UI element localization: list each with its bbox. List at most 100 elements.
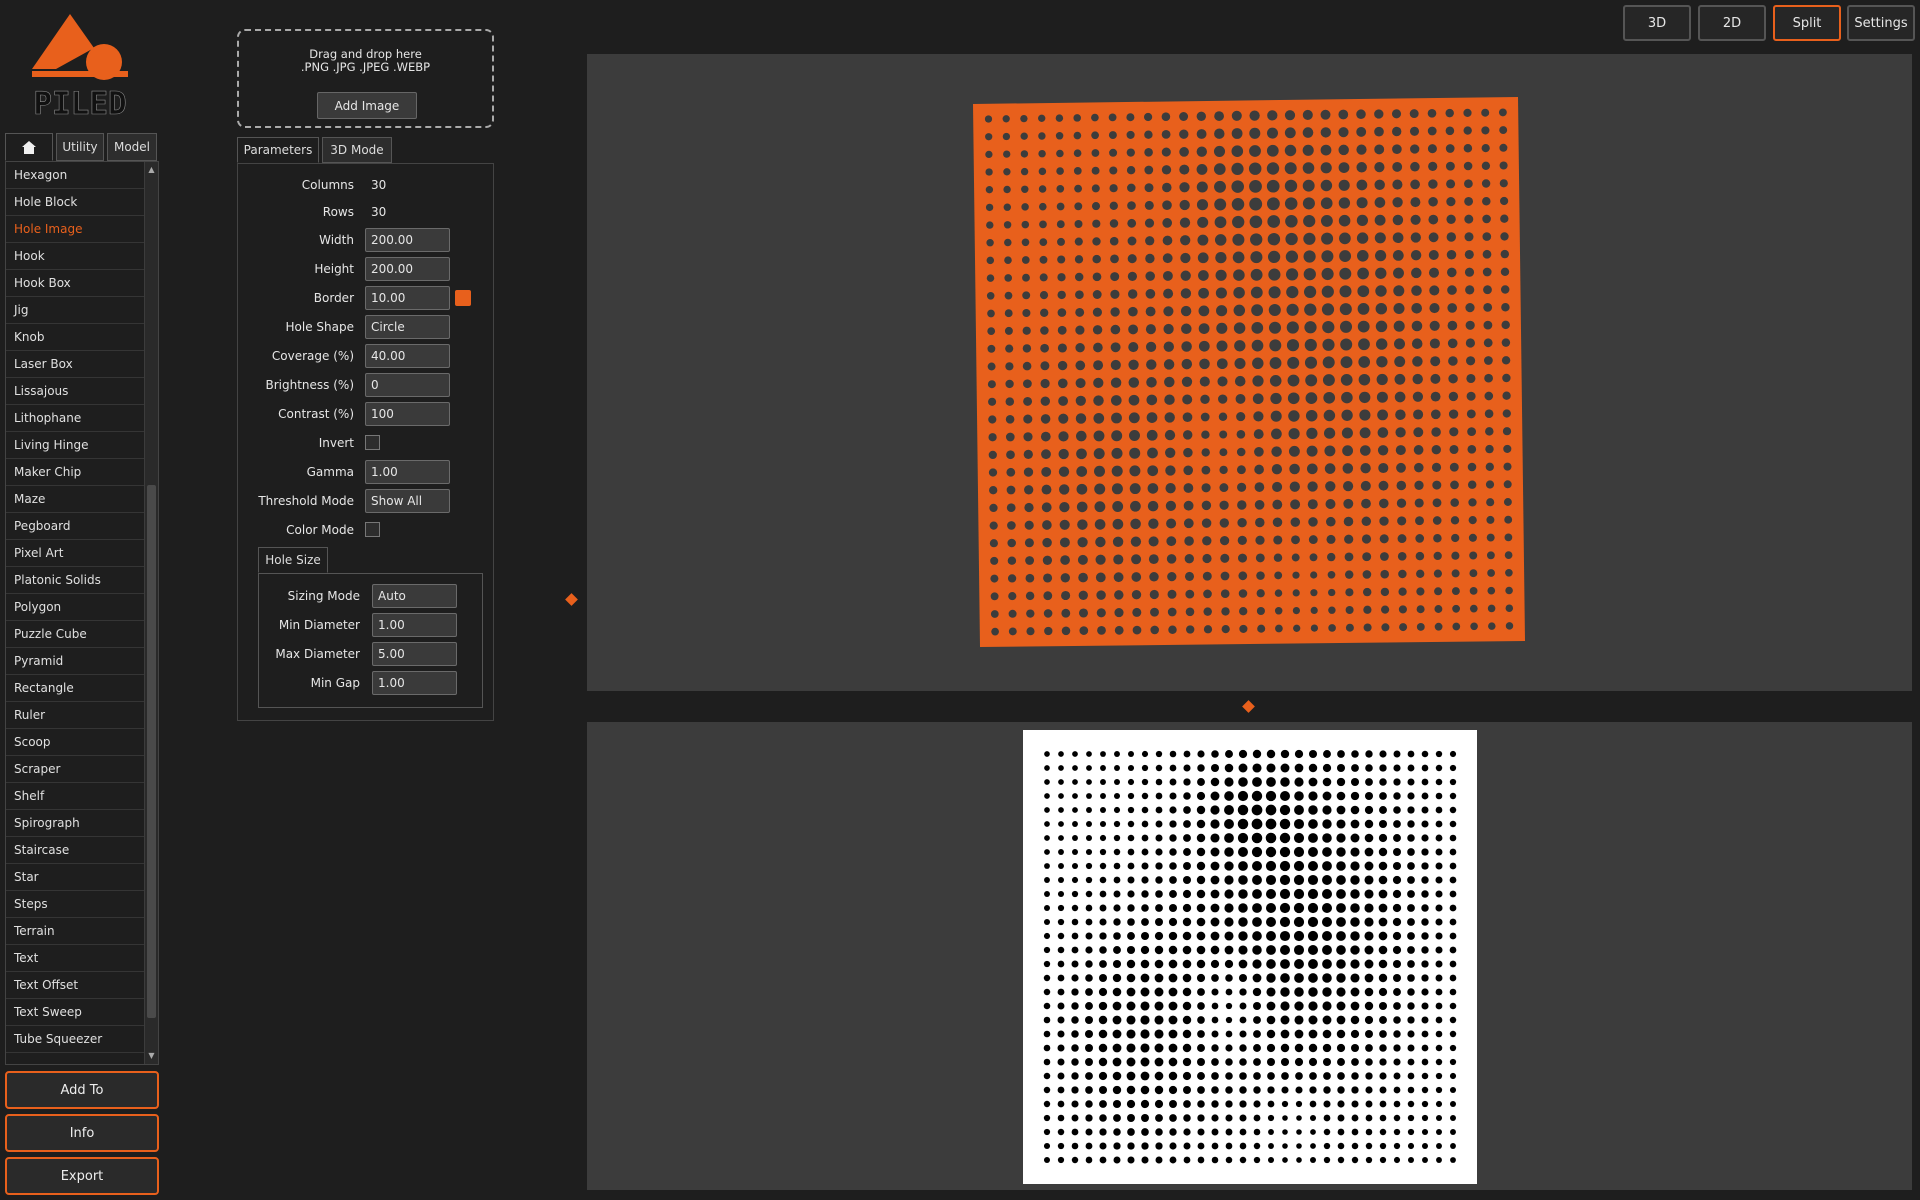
width-field[interactable]: 200.00 [365, 228, 450, 252]
pattern-dot [1309, 1114, 1317, 1122]
plate-hole [1180, 288, 1192, 299]
view-3d-button[interactable]: 3D [1623, 5, 1691, 41]
pattern-dot [1182, 959, 1192, 969]
view-2d-button[interactable]: 2D [1698, 5, 1766, 41]
plate-hole [1302, 162, 1315, 174]
min-diameter-field[interactable]: 1.00 [372, 613, 457, 637]
list-item[interactable]: Terrain [6, 918, 144, 945]
plate-hole [1043, 591, 1053, 601]
tab-model[interactable]: Model [107, 133, 157, 161]
list-item[interactable]: Hexagon [6, 162, 144, 189]
list-item[interactable]: Ruler [6, 702, 144, 729]
list-item[interactable]: Text [6, 945, 144, 972]
hole-pattern-2d-preview[interactable] [587, 722, 1912, 1190]
plate-hole [1302, 197, 1315, 210]
list-item[interactable]: Hole Block [6, 189, 144, 216]
list-item[interactable]: Pegboard [6, 513, 144, 540]
list-item[interactable]: Knob [6, 324, 144, 351]
list-item[interactable]: Pixel Art [6, 540, 144, 567]
list-scrollbar[interactable]: ▲ ▼ [144, 162, 158, 1064]
list-item[interactable]: Text Sweep [6, 999, 144, 1026]
pattern-dot [1266, 1015, 1276, 1025]
pattern-dot [1308, 847, 1318, 857]
pattern-dot [1058, 835, 1064, 841]
list-item[interactable]: Polygon [6, 594, 144, 621]
left-splitter-handle[interactable] [565, 593, 578, 606]
pattern-dot [1279, 888, 1291, 900]
image-drop-zone[interactable]: Drag and drop here .PNG .JPG .JPEG .WEBP… [237, 29, 494, 128]
list-item[interactable]: Maze [6, 486, 144, 513]
pattern-dot [1100, 779, 1106, 785]
list-item[interactable]: Maker Chip [6, 459, 144, 486]
list-item[interactable]: Lithophane [6, 405, 144, 432]
tab-hole-size[interactable]: Hole Size [258, 547, 328, 573]
viewport-2d[interactable] [587, 722, 1912, 1190]
export-button[interactable]: Export [5, 1157, 159, 1195]
hole-shape-select[interactable]: Circle [365, 315, 450, 339]
list-item[interactable]: Hook Box [6, 270, 144, 297]
list-item[interactable]: Living Hinge [6, 432, 144, 459]
viewport-3d[interactable] [587, 54, 1912, 691]
info-button[interactable]: Info [5, 1114, 159, 1152]
list-item[interactable]: Staircase [6, 837, 144, 864]
border-field[interactable]: 10.00 [365, 286, 450, 310]
pattern-dot [1127, 1114, 1135, 1122]
color-mode-checkbox[interactable] [365, 522, 380, 537]
tab-3d-mode[interactable]: 3D Mode [322, 137, 392, 163]
plate-hole [1374, 126, 1384, 137]
list-item[interactable]: Platonic Solids [6, 567, 144, 594]
list-item[interactable]: Puzzle Cube [6, 621, 144, 648]
pattern-dot [1071, 946, 1079, 954]
height-field[interactable]: 200.00 [365, 257, 450, 281]
plate-hole [1361, 534, 1372, 544]
pattern-dot [1197, 1044, 1205, 1052]
horizontal-splitter-handle[interactable] [1242, 700, 1255, 713]
scroll-down-icon[interactable]: ▼ [145, 1050, 158, 1062]
plate-hole [1005, 344, 1014, 353]
list-item[interactable]: Tube Squeezer [6, 1026, 144, 1053]
gamma-field[interactable]: 1.00 [365, 460, 450, 484]
plate-hole [1481, 161, 1491, 170]
contrast-field[interactable]: 100 [365, 402, 450, 426]
invert-checkbox[interactable] [365, 435, 380, 450]
list-item[interactable]: Star [6, 864, 144, 891]
list-item[interactable]: Jig [6, 297, 144, 324]
settings-button[interactable]: Settings [1847, 5, 1915, 41]
list-item[interactable]: Hole Image [6, 216, 144, 243]
list-item[interactable]: Shelf [6, 783, 144, 810]
threshold-mode-select[interactable]: Show All [365, 489, 450, 513]
list-item[interactable]: Lissajous [6, 378, 144, 405]
plate-hole [1180, 252, 1191, 264]
list-item[interactable]: Laser Box [6, 351, 144, 378]
list-item[interactable]: Hook [6, 243, 144, 270]
add-to-button[interactable]: Add To [5, 1071, 159, 1109]
plate-hole [1267, 250, 1281, 264]
list-item[interactable]: Scraper [6, 756, 144, 783]
list-item[interactable]: Scoop [6, 729, 144, 756]
scroll-thumb[interactable] [147, 485, 156, 1018]
plate-hole [1040, 343, 1049, 353]
plate-hole [989, 521, 998, 530]
list-item[interactable]: Pyramid [6, 648, 144, 675]
pattern-dot [1251, 818, 1263, 830]
pattern-dot [1225, 1044, 1233, 1052]
brightness-field[interactable]: 0 [365, 373, 450, 397]
view-split-button[interactable]: Split [1773, 5, 1841, 41]
tab-utility[interactable]: Utility [56, 133, 104, 161]
list-item[interactable]: Rectangle [6, 675, 144, 702]
hole-plate-3d-preview[interactable] [587, 54, 1912, 691]
add-image-button[interactable]: Add Image [317, 92, 417, 119]
scroll-up-icon[interactable]: ▲ [145, 164, 158, 176]
border-color-swatch[interactable] [455, 290, 471, 306]
tab-home[interactable] [5, 133, 53, 161]
sizing-mode-select[interactable]: Auto [372, 584, 457, 608]
tab-parameters[interactable]: Parameters [237, 137, 319, 163]
list-item[interactable]: Steps [6, 891, 144, 918]
list-item[interactable]: Spirograph [6, 810, 144, 837]
max-diameter-field[interactable]: 5.00 [372, 642, 457, 666]
min-gap-field[interactable]: 1.00 [372, 671, 457, 695]
plate-hole [1179, 199, 1190, 211]
coverage-field[interactable]: 40.00 [365, 344, 450, 368]
pattern-dot [1407, 1156, 1415, 1164]
list-item[interactable]: Text Offset [6, 972, 144, 999]
